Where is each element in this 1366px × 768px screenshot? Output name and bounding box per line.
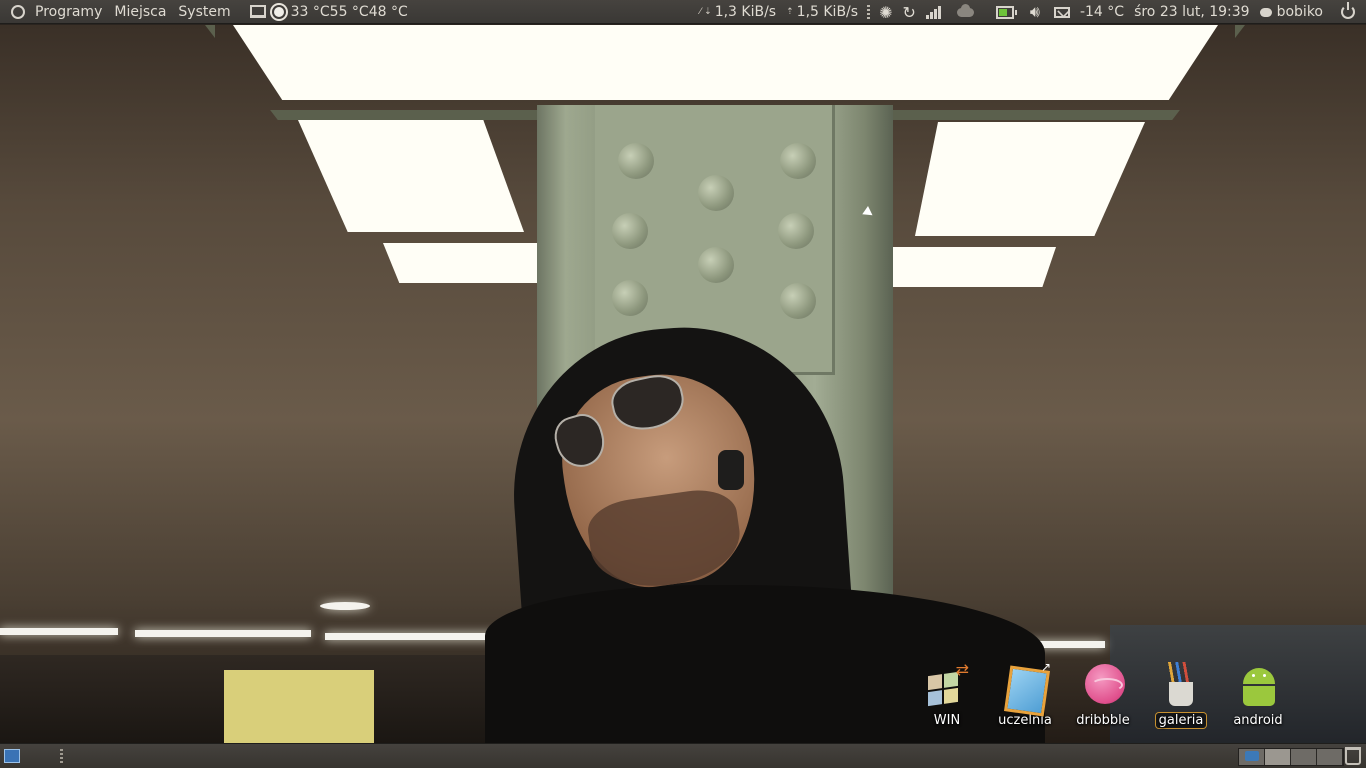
trash-icon[interactable] bbox=[1345, 747, 1361, 765]
desktop-icon-uczelnia[interactable]: ↗ uczelnia bbox=[988, 660, 1062, 728]
menu-programy[interactable]: Programy bbox=[29, 0, 108, 24]
signal-icon[interactable] bbox=[921, 0, 946, 24]
sun-icon bbox=[273, 6, 284, 17]
bottom-panel bbox=[0, 743, 1366, 768]
separator-dots-icon bbox=[867, 5, 871, 19]
workspace-4[interactable] bbox=[1317, 749, 1343, 765]
netspeed-indicator[interactable]: ⁄ ⇣ 1,3 KiB/s ⇡ 1,5 KiB/s bbox=[695, 0, 863, 24]
rivet bbox=[780, 143, 816, 179]
ubuntu-logo-icon[interactable] bbox=[11, 4, 25, 19]
net-down-text: 1,3 KiB/s bbox=[714, 4, 777, 20]
rivet bbox=[612, 213, 648, 249]
power-icon bbox=[1341, 2, 1355, 19]
rivet bbox=[780, 283, 816, 319]
rivet bbox=[618, 143, 654, 179]
tablet-shortcut-icon: ↗ bbox=[1001, 660, 1051, 717]
platform-light bbox=[320, 602, 370, 610]
dribbble-icon bbox=[1079, 660, 1127, 708]
headphone bbox=[718, 450, 744, 490]
workspace-switcher[interactable] bbox=[1238, 748, 1344, 766]
windows-icon: ⇄ bbox=[923, 660, 971, 708]
desktop-wallpaper bbox=[0, 25, 1366, 743]
menu-miejsca[interactable]: Miejsca bbox=[108, 0, 172, 24]
rivet bbox=[698, 247, 734, 283]
chat-icon bbox=[1259, 7, 1272, 17]
ceiling-light bbox=[886, 247, 1056, 287]
desktop-icon-label: android bbox=[1233, 713, 1283, 728]
user-name: bobiko bbox=[1276, 4, 1323, 20]
workspace-2[interactable] bbox=[1265, 749, 1291, 765]
desktop-icon-label: WIN bbox=[933, 713, 961, 728]
battery-icon[interactable] bbox=[991, 0, 1019, 24]
desktop-icon-win[interactable]: ⇄ WIN bbox=[910, 660, 984, 728]
rivet bbox=[778, 213, 814, 249]
panel-handle[interactable] bbox=[60, 749, 63, 763]
ceiling-light bbox=[915, 122, 1145, 236]
sensors-indicator[interactable]: 33 °C55 °C48 °C bbox=[245, 0, 413, 24]
desktop-icon-dribbble[interactable]: dribbble bbox=[1066, 660, 1140, 728]
rivet bbox=[612, 280, 648, 316]
top-panel: Programy Miejsca System 33 °C55 °C48 °C … bbox=[0, 0, 1366, 24]
platform-light bbox=[0, 628, 118, 635]
desktop-icon-label: dribbble bbox=[1076, 713, 1130, 728]
desktop-icon-android[interactable]: android bbox=[1221, 660, 1295, 728]
temperatures-text: 33 °C55 °C48 °C bbox=[290, 3, 408, 20]
net-up-text: 1,5 KiB/s bbox=[796, 4, 859, 20]
platform-light bbox=[135, 630, 311, 637]
platform-light bbox=[325, 633, 505, 640]
cloud-icon[interactable] bbox=[952, 0, 979, 24]
upload-arrow-icon: ⇡ bbox=[786, 7, 794, 17]
user-menu[interactable]: bobiko bbox=[1255, 0, 1328, 24]
network-icon: ⁄ bbox=[699, 7, 702, 17]
power-button[interactable] bbox=[1336, 0, 1360, 24]
refresh-icon[interactable]: ↻ bbox=[897, 0, 920, 24]
background-wall bbox=[224, 670, 374, 743]
desktop-icon-galeria[interactable]: galeria bbox=[1144, 660, 1218, 728]
pencil-cup-icon bbox=[1157, 660, 1205, 708]
swirl-icon[interactable]: ✺ bbox=[874, 0, 897, 24]
volume-icon[interactable]: 🔊︎ bbox=[1025, 0, 1045, 24]
clock[interactable]: śro 23 lut, 19:39 bbox=[1129, 0, 1255, 24]
weather-indicator[interactable]: -14 °C bbox=[1075, 0, 1129, 24]
download-arrow-icon: ⇣ bbox=[704, 7, 712, 17]
ceiling-light bbox=[298, 120, 524, 232]
desktop-icon-label: uczelnia bbox=[998, 713, 1052, 728]
desktop-icon-label: galeria bbox=[1155, 713, 1207, 728]
mail-icon[interactable] bbox=[1049, 0, 1075, 24]
menu-system[interactable]: System bbox=[172, 0, 236, 24]
ceiling-light bbox=[383, 243, 546, 283]
workspace-3[interactable] bbox=[1291, 749, 1317, 765]
rivet bbox=[698, 175, 734, 211]
show-desktop-icon[interactable] bbox=[4, 749, 20, 763]
android-icon bbox=[1234, 660, 1282, 708]
workspace-1[interactable] bbox=[1239, 749, 1265, 765]
monitor-icon bbox=[249, 5, 266, 18]
ceiling-light bbox=[233, 25, 1218, 100]
